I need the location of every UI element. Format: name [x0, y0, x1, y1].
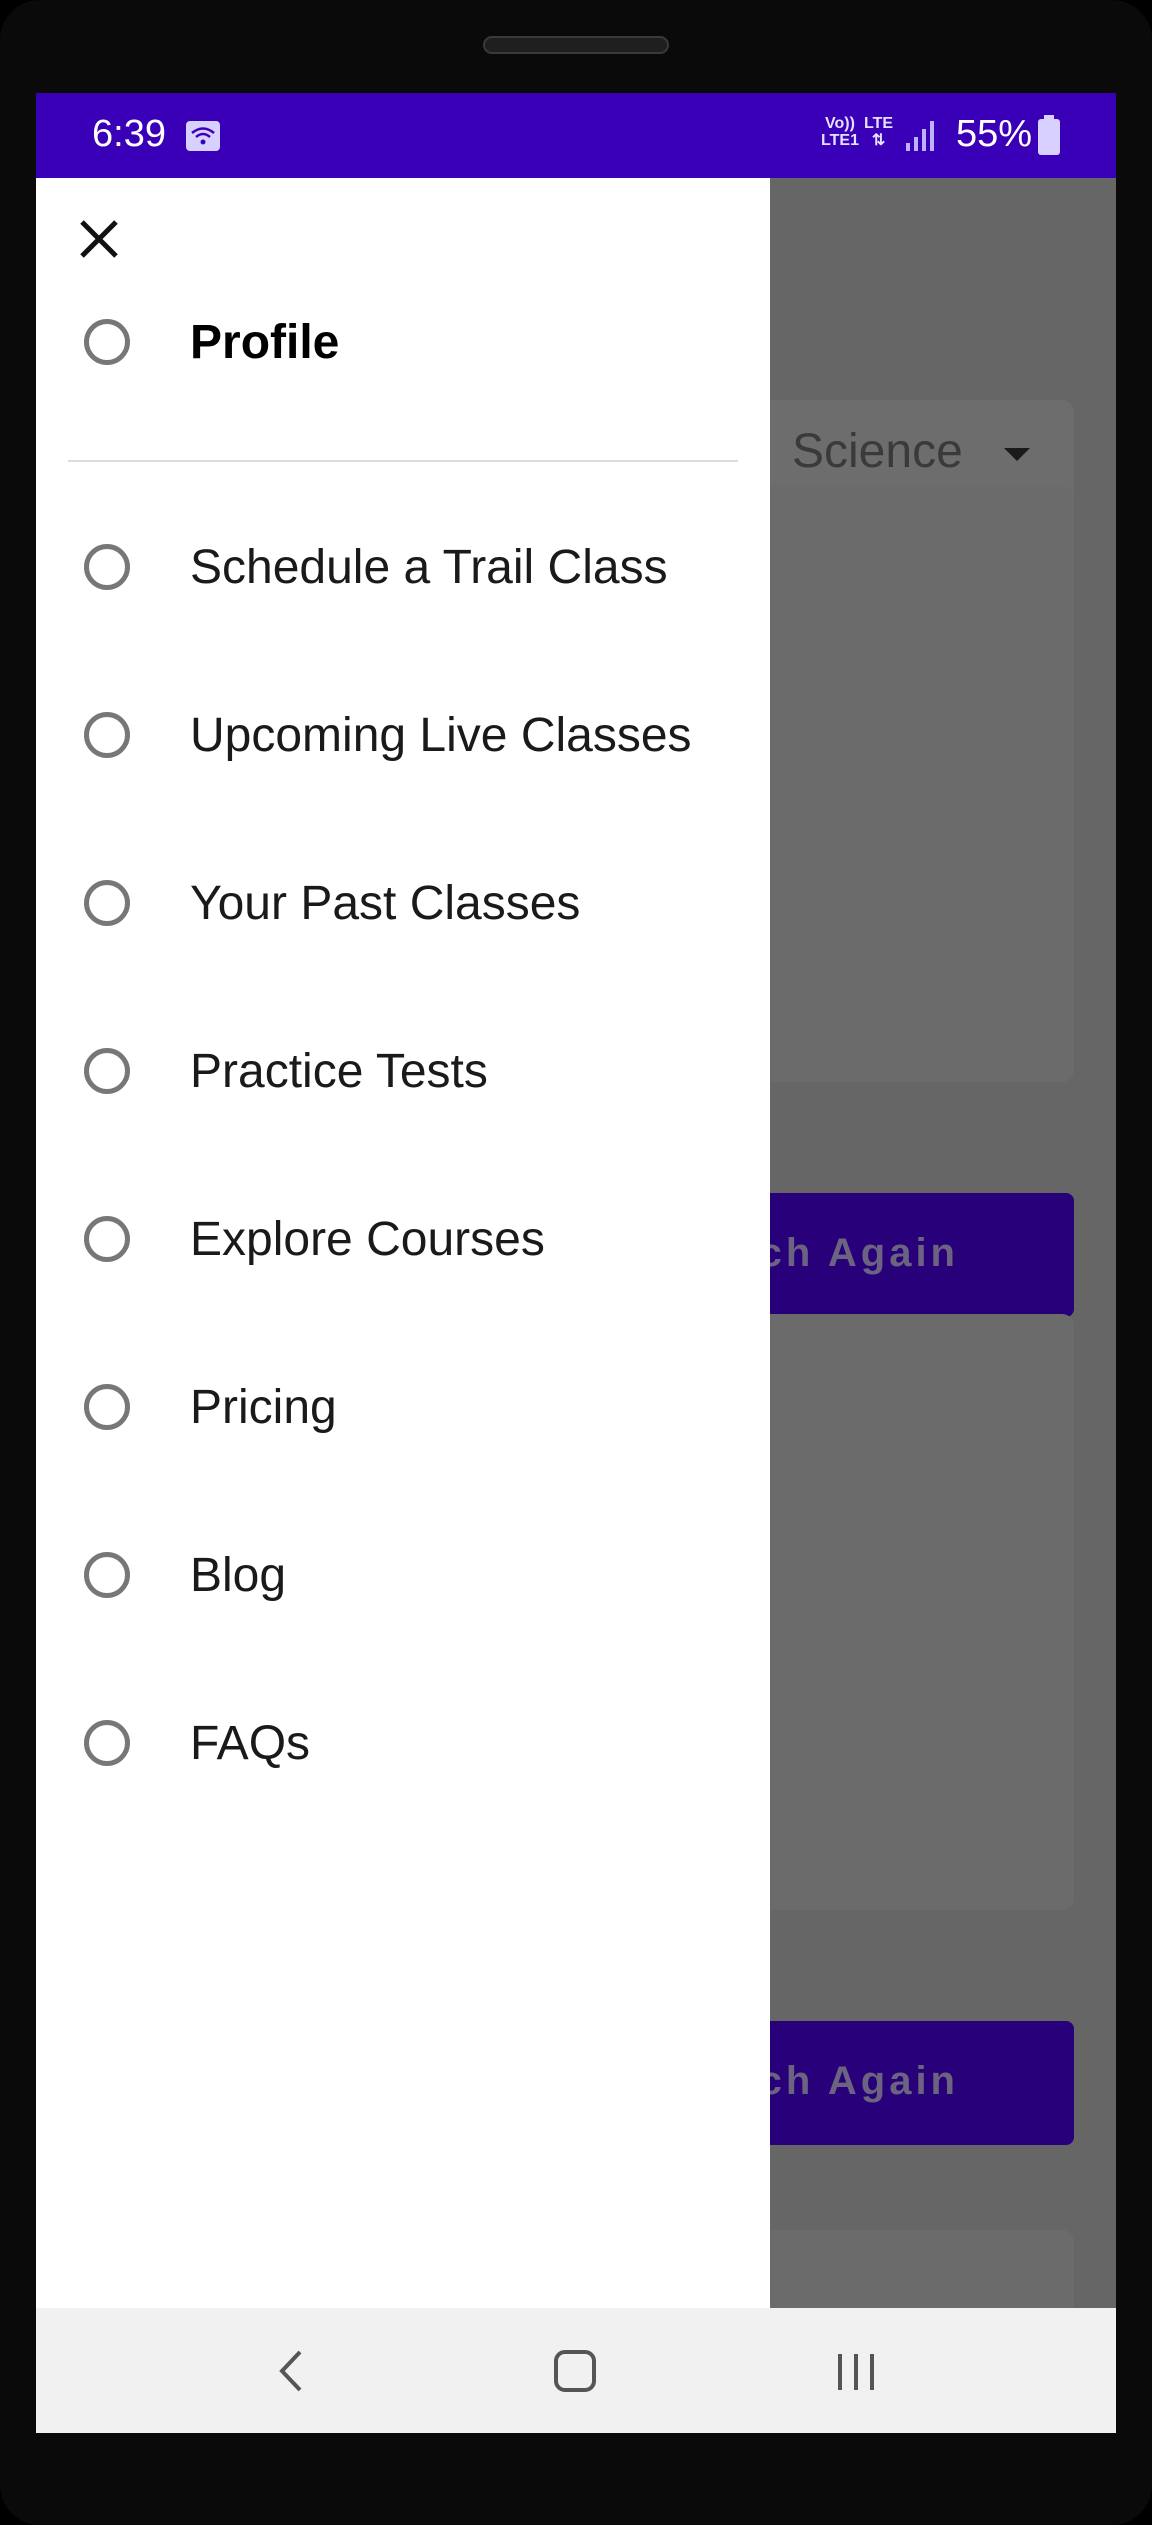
radio-icon	[84, 1216, 130, 1262]
drawer-item-profile[interactable]: Profile	[36, 271, 770, 421]
radio-icon	[84, 544, 130, 590]
close-icon[interactable]	[74, 214, 130, 270]
radio-icon	[84, 1384, 130, 1430]
drawer-item-label: Upcoming Live Classes	[190, 709, 692, 762]
drawer-item-label: Pricing	[190, 1381, 337, 1434]
status-bar: 6:39 Vo)) LTE1 LTE ⇅ 55%	[36, 93, 1116, 178]
speaker-grille	[483, 36, 669, 54]
drawer-item-practice-tests[interactable]: Practice Tests	[36, 1000, 770, 1150]
navigation-drawer: Profile Schedule a Trail Class Upcoming …	[36, 178, 770, 2308]
drawer-item-blog[interactable]: Blog	[36, 1504, 770, 1654]
drawer-item-label: Schedule a Trail Class	[190, 541, 668, 594]
drawer-item-pricing[interactable]: Pricing	[36, 1336, 770, 1486]
drawer-item-upcoming-live-classes[interactable]: Upcoming Live Classes	[36, 664, 770, 814]
lte-icon: LTE ⇅	[864, 115, 894, 149]
volte-icon: Vo)) LTE1	[821, 115, 859, 149]
drawer-item-label: Profile	[190, 316, 340, 369]
radio-icon	[84, 880, 130, 926]
lte-label: LTE	[864, 115, 894, 132]
recents-icon[interactable]	[832, 2346, 882, 2396]
system-nav-bar	[36, 2308, 1116, 2433]
drawer-item-label: FAQs	[190, 1717, 311, 1770]
screen: 6:39 Vo)) LTE1 LTE ⇅ 55% Science atch Ag…	[36, 93, 1116, 2433]
radio-icon	[84, 1048, 130, 1094]
drawer-item-label: Your Past Classes	[190, 877, 581, 930]
subject-dropdown-value: Science	[792, 425, 963, 478]
radio-icon	[84, 712, 130, 758]
wifi-icon	[186, 121, 220, 151]
drawer-item-label: Explore Courses	[190, 1213, 545, 1266]
phone-frame: 6:39 Vo)) LTE1 LTE ⇅ 55% Science atch Ag…	[0, 0, 1152, 2525]
dropdown-caret-icon	[1004, 448, 1030, 461]
battery-icon	[1038, 115, 1060, 155]
drawer-item-schedule-trail-class[interactable]: Schedule a Trail Class	[36, 496, 770, 646]
back-icon[interactable]	[272, 2346, 312, 2396]
drawer-item-label: Practice Tests	[190, 1045, 488, 1098]
drawer-item-explore-courses[interactable]: Explore Courses	[36, 1168, 770, 1318]
radio-icon	[84, 1720, 130, 1766]
status-time: 6:39	[92, 113, 166, 155]
drawer-item-past-classes[interactable]: Your Past Classes	[36, 832, 770, 982]
drawer-item-faqs[interactable]: FAQs	[36, 1672, 770, 1822]
radio-icon	[84, 319, 130, 365]
radio-icon	[84, 1552, 130, 1598]
signal-icon	[906, 121, 934, 151]
home-icon[interactable]	[550, 2346, 600, 2396]
drawer-item-label: Blog	[190, 1549, 287, 1602]
divider	[68, 460, 738, 462]
battery-percentage: 55%	[956, 113, 1033, 155]
